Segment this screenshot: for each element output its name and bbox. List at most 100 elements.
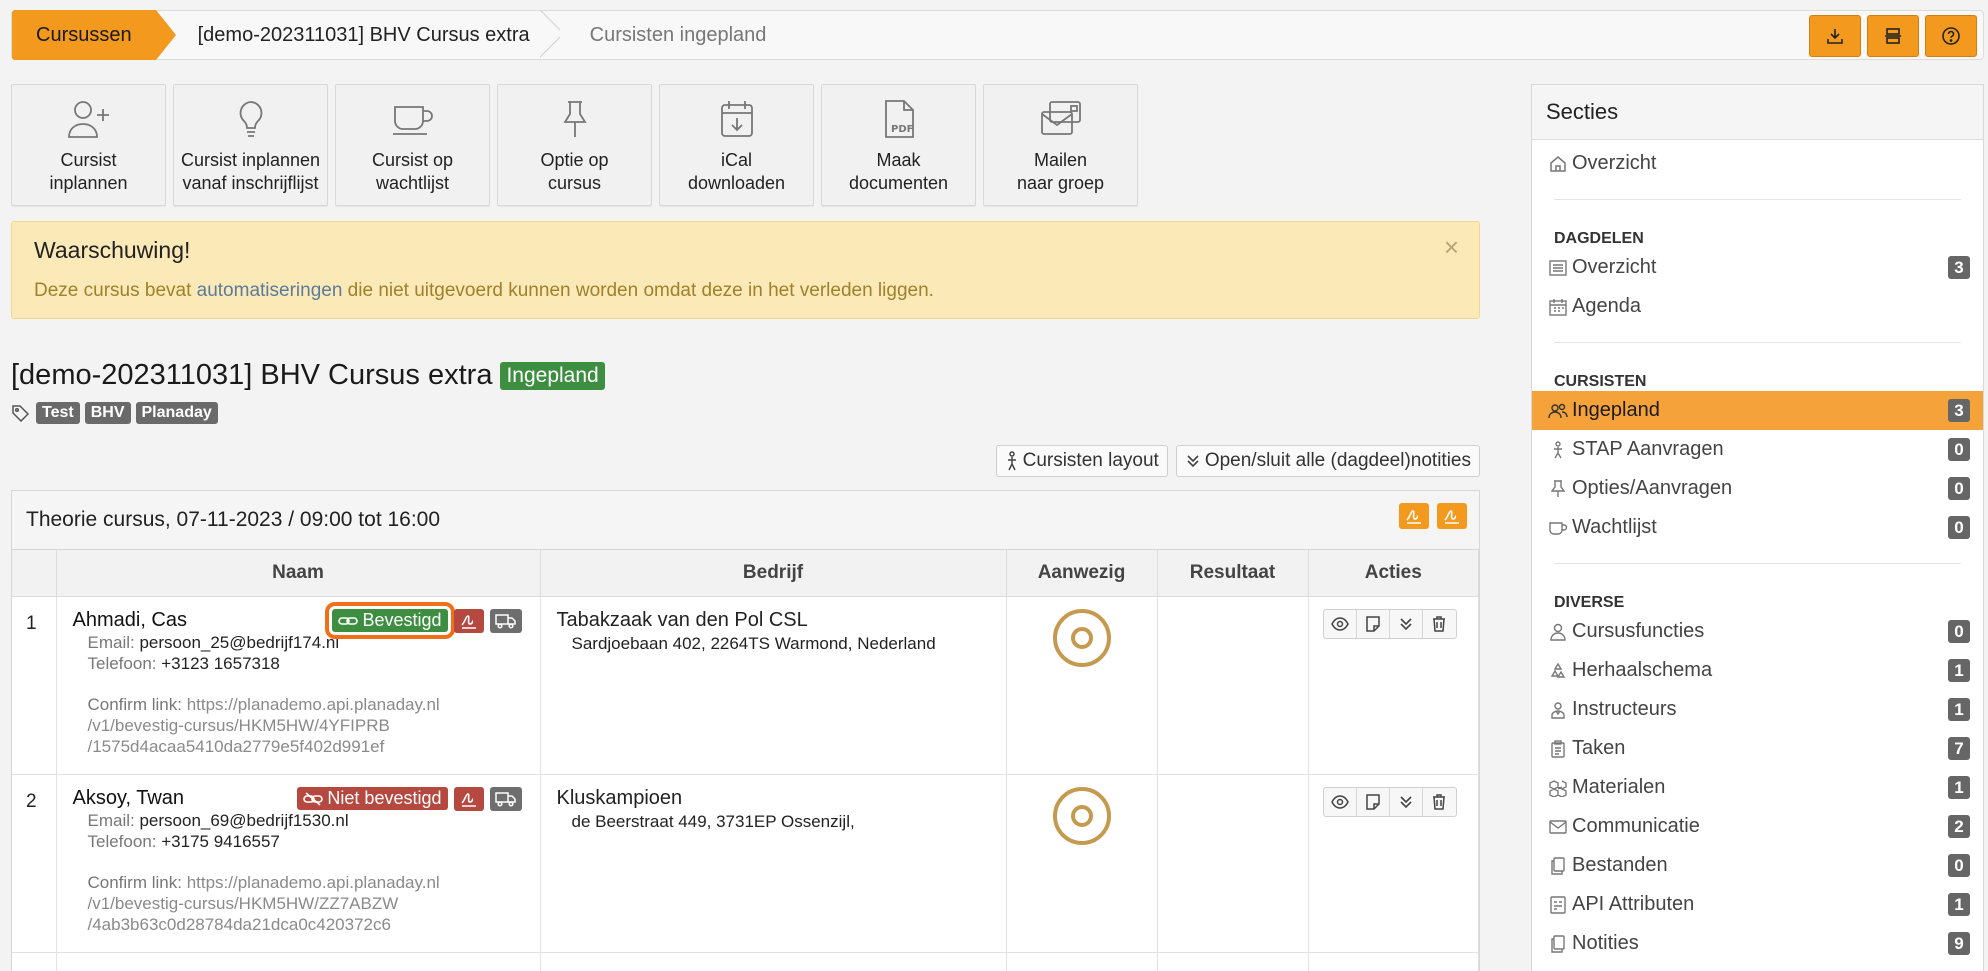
attendance-toggle-icon[interactable] — [1051, 785, 1113, 847]
sidebar-item-notities[interactable]: Notities 9 — [1532, 924, 1983, 963]
table-row — [12, 952, 1479, 971]
trash-icon — [1433, 793, 1445, 810]
status-badge-confirmed[interactable]: Bevestigd — [325, 602, 455, 639]
tile-cursist-inplannen[interactable]: Cursist inplannen — [11, 84, 166, 206]
sign-all-button[interactable] — [1399, 503, 1429, 529]
sign-session-button[interactable] — [1437, 503, 1467, 529]
company-cell — [540, 952, 1007, 971]
email-label: Email: — [87, 632, 135, 652]
user-role-icon — [1550, 623, 1566, 641]
row-number: 2 — [12, 774, 57, 953]
tile-wachtlijst[interactable]: Cursist op wachtlijst — [335, 84, 490, 206]
envelope-icon — [1549, 819, 1567, 834]
company-name[interactable]: Kluskampioen — [557, 787, 990, 810]
phone-label: Telefoon: — [87, 831, 157, 851]
confirm-link-part[interactable]: /v1/bevestig-cursus/HKM5HW/ZZ7ABZW — [88, 893, 524, 914]
signature-icon — [1406, 510, 1421, 524]
status-badge-unconfirmed[interactable]: Niet bevestigd — [297, 787, 448, 810]
tile-label-1: Maak — [876, 150, 921, 170]
view-button[interactable] — [1324, 787, 1357, 816]
sidebar-item-label: API Attributen — [1572, 893, 1695, 915]
sidebar-item-label: Cursusfuncties — [1572, 620, 1705, 642]
sidebar-item-instructeurs[interactable]: Instructeurs 1 — [1532, 690, 1983, 729]
tile-inschrijflijst[interactable]: Cursist inplannen vanaf inschrijflijst — [173, 84, 328, 206]
actions-cell — [1308, 596, 1479, 775]
col-resultaat: Resultaat — [1157, 550, 1309, 597]
sidebar-item-agenda[interactable]: Agenda — [1532, 287, 1983, 326]
tile-documenten[interactable]: PDF Maak documenten — [821, 84, 976, 206]
sidebar-item-ingepland[interactable]: Ingepland 3 — [1532, 391, 1983, 430]
result-cell — [1157, 952, 1309, 971]
transport-button[interactable] — [489, 786, 522, 811]
sidebar-item-cursusfuncties[interactable]: Cursusfuncties 0 — [1532, 612, 1983, 651]
signature-button[interactable] — [453, 608, 484, 633]
count-badge: 3 — [1948, 256, 1970, 279]
sidebar-item-taken[interactable]: Taken 7 — [1532, 729, 1983, 768]
expand-button[interactable] — [1390, 609, 1423, 638]
course-tags: Test BHV Planaday — [11, 402, 218, 424]
company-name[interactable]: Tabakzaak van den Pol CSL — [557, 609, 990, 632]
confirm-link[interactable]: https://planademo.api.planaday.nl — [187, 873, 440, 892]
attendance-toggle-icon[interactable] — [1051, 607, 1113, 669]
cursisten-layout-button[interactable]: Cursisten layout — [995, 445, 1168, 477]
signature-icon — [1444, 510, 1459, 524]
confirm-link-part[interactable]: /1575d4acaa5410da2779e5f402d991ef — [88, 736, 524, 757]
help-button[interactable] — [1925, 15, 1977, 57]
sidebar-item-communicatie[interactable]: Communicatie 2 — [1532, 807, 1983, 846]
tile-optie[interactable]: Optie op cursus — [497, 84, 652, 206]
delete-button[interactable] — [1423, 610, 1456, 638]
result-cell[interactable] — [1157, 596, 1309, 775]
tile-ical[interactable]: iCal downloaden — [659, 84, 814, 206]
result-cell[interactable] — [1157, 774, 1309, 953]
breadcrumb-course[interactable]: [demo-202311031] BHV Cursus extra — [156, 10, 550, 60]
chevrons-down-icon — [1399, 795, 1412, 808]
sidebar-item-opties[interactable]: Opties/Aanvragen 0 — [1532, 469, 1983, 508]
sidebar-item-wachtlijst[interactable]: Wachtlijst 0 — [1532, 508, 1983, 547]
col-naam[interactable]: Naam — [56, 550, 541, 597]
sidebar-item-bestanden[interactable]: Bestanden 0 — [1532, 846, 1983, 885]
actions-cell — [1308, 952, 1479, 971]
sidebar-item-materialen[interactable]: Materialen 1 — [1532, 768, 1983, 807]
view-button[interactable] — [1324, 609, 1357, 638]
sidebar-item-herhaalschema[interactable]: Herhaalschema 1 — [1532, 651, 1983, 690]
sections-sidebar: Secties Overzicht DAGDELEN Overzicht 3 A… — [1531, 84, 1984, 971]
col-bedrijf[interactable]: Bedrijf — [540, 550, 1007, 597]
sidebar-item-stap-aanvragen[interactable]: STAP Aanvragen 0 — [1532, 430, 1983, 469]
count-badge: 0 — [1948, 477, 1970, 500]
layout-button[interactable] — [1867, 15, 1919, 57]
note-button[interactable] — [1357, 787, 1390, 816]
student-email[interactable]: persoon_25@bedrijf174.nl — [139, 633, 339, 652]
toggle-notes-button[interactable]: Open/sluit alle (dagdeel)notities — [1175, 445, 1480, 477]
breadcrumb-current: Cursisten ingepland — [589, 23, 767, 46]
table-row: 1 Ahmadi, Cas Bevestigd Email: persoon_2… — [12, 596, 1479, 775]
confirm-link-part[interactable]: /v1/bevestig-cursus/HKM5HW/4YFIPRB — [88, 715, 524, 736]
table-row: 2 Aksoy, Twan Niet bevestigd Email: pers… — [12, 774, 1479, 953]
breadcrumb-cursussen[interactable]: Cursussen — [12, 10, 176, 60]
transport-button[interactable] — [489, 608, 522, 633]
confirm-link[interactable]: https://planademo.api.planaday.nl — [187, 695, 440, 714]
company-address: Sardjoebaan 402, 2264TS Warmond, Nederla… — [571, 633, 936, 653]
note-button[interactable] — [1357, 609, 1390, 638]
count-badge: 0 — [1948, 620, 1970, 643]
student-cell — [56, 952, 541, 971]
student-cell: Ahmadi, Cas Bevestigd Email: persoon_25@… — [56, 596, 541, 775]
expand-button[interactable] — [1390, 787, 1423, 816]
sidebar-item-label: Notities — [1572, 932, 1639, 954]
coffee-cup-icon — [392, 106, 433, 135]
link-icon — [338, 616, 359, 625]
eye-icon — [1330, 794, 1349, 809]
delete-button[interactable] — [1423, 788, 1456, 816]
sidebar-item-overzicht[interactable]: Overzicht — [1532, 144, 1983, 183]
tile-mailen[interactable]: Mailen naar groep — [983, 84, 1138, 206]
student-email[interactable]: persoon_69@bedrijf1530.nl — [139, 811, 348, 830]
sidebar-item-dagdelen-overzicht[interactable]: Overzicht 3 — [1532, 248, 1983, 287]
warning-automations-link[interactable]: automatiseringen — [197, 280, 343, 301]
close-icon[interactable]: × — [1444, 232, 1459, 263]
signature-button[interactable] — [453, 786, 484, 811]
sidebar-item-api-attributen[interactable]: API Attributen 1 — [1532, 885, 1983, 924]
confirm-label: Confirm link: — [87, 694, 182, 714]
download-button[interactable] — [1809, 15, 1861, 57]
count-badge: 3 — [1948, 399, 1970, 422]
breadcrumb-separator — [540, 10, 560, 60]
confirm-link-part[interactable]: /4ab3b63c0d28784da21dca0c420372c6 — [88, 914, 524, 935]
